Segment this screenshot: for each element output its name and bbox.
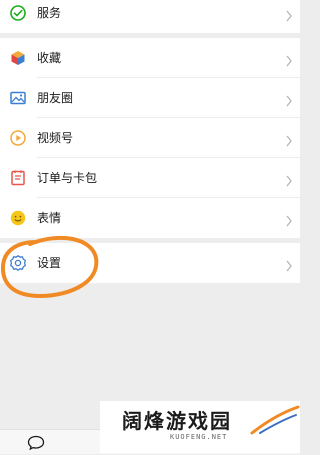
chevron-right-icon [285, 52, 293, 67]
menu-item-channels[interactable]: 视频号 [0, 118, 300, 158]
menu-item-label: 收藏 [37, 51, 62, 65]
menu-item-settings[interactable]: 设置 [0, 243, 300, 283]
menu-item-label: 设置 [37, 256, 62, 270]
orders-card-icon [9, 169, 27, 187]
moments-photo-icon [9, 89, 27, 107]
channels-play-icon [9, 129, 27, 147]
chevron-right-icon [285, 92, 293, 107]
menu-item-label: 服务 [37, 6, 62, 20]
menu-item-moments[interactable]: 朋友圈 [0, 78, 300, 118]
chevron-right-icon [285, 132, 293, 147]
me-page: 服务 收藏 朋友圈 视频号 订单与卡包 表情 设置 阔烽游戏园 KUOFENG.… [0, 0, 300, 454]
watermark-swoosh [250, 405, 300, 435]
chevron-right-icon [285, 7, 293, 22]
chevron-right-icon [285, 212, 293, 227]
sticker-smiley-icon [9, 209, 27, 227]
menu-item-favorites[interactable]: 收藏 [0, 38, 300, 78]
chat-bubble-icon[interactable] [27, 435, 45, 451]
menu-item-service[interactable]: 服务 [0, 0, 300, 33]
menu-item-label: 视频号 [37, 131, 74, 145]
menu-item-label: 表情 [37, 211, 62, 225]
menu-item-stickers[interactable]: 表情 [0, 198, 300, 238]
settings-gear-icon [9, 254, 27, 272]
wechat-pay-icon [9, 4, 27, 22]
chevron-right-icon [285, 172, 293, 187]
menu-item-label: 朋友圈 [37, 91, 74, 105]
watermark-title: 阔烽游戏园 [122, 409, 232, 433]
menu-item-label: 订单与卡包 [37, 171, 98, 185]
menu-item-orders[interactable]: 订单与卡包 [0, 158, 300, 198]
favorites-cube-icon [9, 49, 27, 67]
chevron-right-icon [285, 257, 293, 272]
watermark-logo: 阔烽游戏园 KUOFENG.NET [100, 401, 300, 453]
watermark-subtitle: KUOFENG.NET [170, 433, 228, 441]
